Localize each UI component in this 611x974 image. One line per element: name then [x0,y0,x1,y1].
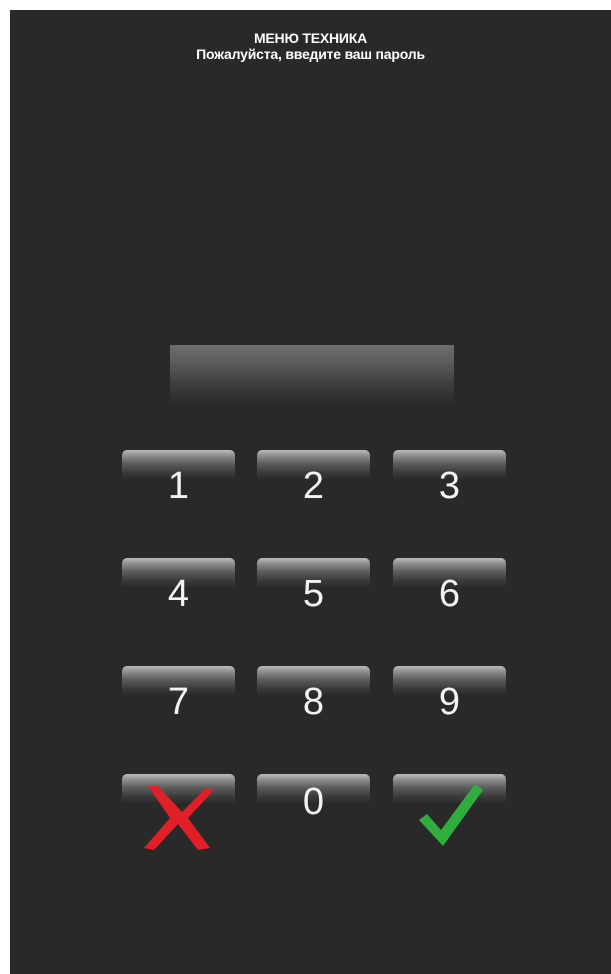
cancel-x-icon [144,786,214,850]
key-6-button[interactable]: 6 [393,558,506,628]
key-8-label: 8 [302,681,325,723]
page-subtitle: Пожалуйста, введите ваш пароль [196,46,425,62]
key-8-button[interactable]: 8 [257,666,370,736]
key-7-label: 7 [167,681,190,723]
key-2-label: 2 [302,465,325,507]
confirm-check-icon [419,784,483,846]
key-3-label: 3 [438,465,461,507]
key-3-button[interactable]: 3 [393,450,506,520]
technician-menu-screen: МЕНЮ ТЕХНИКА Пожалуйста, введите ваш пар… [10,10,611,974]
password-display [170,345,454,405]
key-1-label: 1 [167,465,190,507]
key-4-label: 4 [167,573,190,615]
key-6-label: 6 [438,573,461,615]
key-0-label: 0 [302,781,325,823]
key-9-button[interactable]: 9 [393,666,506,736]
key-7-button[interactable]: 7 [122,666,235,736]
key-0-button[interactable]: 0 [257,774,370,844]
key-9-label: 9 [438,681,461,723]
key-5-label: 5 [302,573,325,615]
confirm-button[interactable] [393,774,506,846]
key-2-button[interactable]: 2 [257,450,370,520]
page-title: МЕНЮ ТЕХНИКА [253,30,368,46]
cancel-button[interactable] [122,774,235,850]
key-1-button[interactable]: 1 [122,450,235,520]
header: МЕНЮ ТЕХНИКА Пожалуйста, введите ваш пар… [10,30,611,62]
key-4-button[interactable]: 4 [122,558,235,628]
key-5-button[interactable]: 5 [257,558,370,628]
